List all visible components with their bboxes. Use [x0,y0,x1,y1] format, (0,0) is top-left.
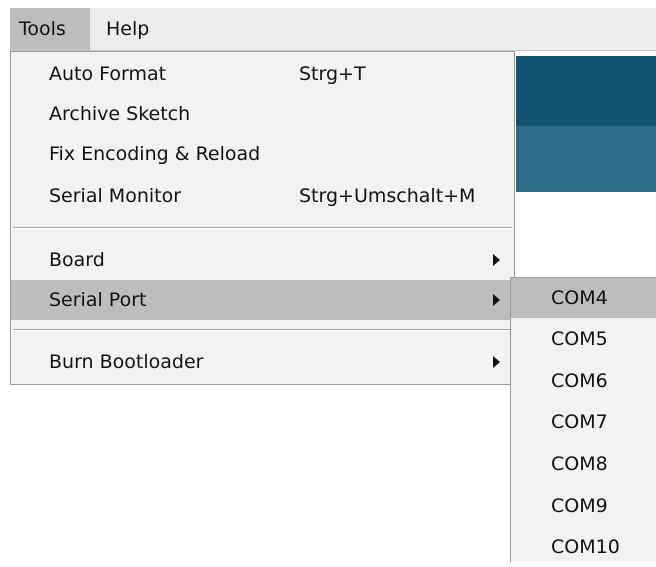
submenu-arrow-icon [493,356,500,368]
menu-item-shortcut: Strg+Umschalt+M [299,185,476,207]
submenu-item-com10[interactable]: COM10 [511,527,656,567]
editor-toolbar-bottom [516,126,656,192]
menu-item-label: Board [49,249,105,271]
submenu-item-label: COM5 [551,328,608,350]
serial-port-submenu: COM4 COM5 COM6 COM7 COM8 COM9 COM10 [510,277,656,562]
menu-item-shortcut: Strg+T [299,63,366,85]
menu-help[interactable]: Help [98,8,162,50]
submenu-item-com7[interactable]: COM7 [511,402,656,442]
menu-separator [13,329,512,331]
submenu-item-com8[interactable]: COM8 [511,444,656,484]
menu-item-label: Serial Port [49,289,147,311]
submenu-item-label: COM4 [551,287,608,309]
submenu-item-label: COM6 [551,370,608,392]
menu-item-board[interactable]: Board [11,240,514,280]
editor-toolbar-top [516,56,656,126]
submenu-item-com5[interactable]: COM5 [511,319,656,359]
menu-item-serial-monitor[interactable]: Serial Monitor Strg+Umschalt+M [11,176,514,216]
menu-tools[interactable]: Tools [10,8,90,50]
menu-item-label: Archive Sketch [49,103,191,125]
menu-item-label: Serial Monitor [49,185,182,207]
menu-item-label: Burn Bootloader [49,351,204,373]
submenu-arrow-icon [493,254,500,266]
menu-item-auto-format[interactable]: Auto Format Strg+T [11,54,514,94]
menu-item-label: Fix Encoding & Reload [49,143,261,165]
tools-dropdown: Auto Format Strg+T Archive Sketch Fix En… [10,51,515,385]
submenu-item-label: COM10 [551,536,620,558]
menu-item-fix-encoding[interactable]: Fix Encoding & Reload [11,134,514,174]
menu-item-label: Auto Format [49,63,167,85]
submenu-item-com6[interactable]: COM6 [511,361,656,401]
menu-bar: Tools Help [10,8,656,51]
menu-item-archive-sketch[interactable]: Archive Sketch [11,94,514,134]
submenu-item-com4[interactable]: COM4 [511,278,656,318]
submenu-item-com9[interactable]: COM9 [511,486,656,526]
menu-item-serial-port[interactable]: Serial Port [11,280,514,320]
submenu-item-label: COM7 [551,411,608,433]
submenu-item-label: COM9 [551,495,608,517]
menu-separator [13,227,512,229]
menu-item-burn-bootloader[interactable]: Burn Bootloader [11,342,514,382]
submenu-arrow-icon [493,294,500,306]
submenu-item-label: COM8 [551,453,608,475]
